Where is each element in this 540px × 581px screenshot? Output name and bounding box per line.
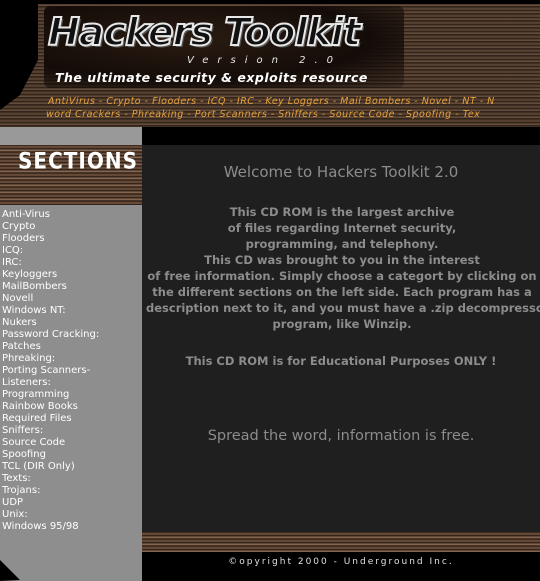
sidebar-section-link[interactable]: Spoofing	[2, 449, 99, 461]
intro-line: programming, and telephony.	[245, 237, 439, 251]
nav-link[interactable]: N	[487, 96, 495, 107]
sidebar-section-link[interactable]: Windows NT:	[2, 305, 99, 317]
sidebar-section-link[interactable]: Programming	[2, 389, 99, 401]
educational-notice: This CD ROM is for Educational Purposes …	[185, 354, 497, 368]
nav-link[interactable]: Crypto	[106, 96, 141, 107]
top-nav-row-1: AntiVirus - Crypto - Flooders - ICQ - IR…	[48, 96, 540, 107]
nav-separator: -	[476, 96, 488, 107]
nav-link[interactable]: Spoofing	[406, 109, 452, 120]
nav-separator: -	[329, 96, 341, 107]
welcome-heading: Welcome to Hackers Toolkit 2.0	[223, 163, 459, 181]
sidebar-section-link[interactable]: Sniffers:	[2, 425, 99, 437]
nav-link[interactable]: AntiVirus	[48, 96, 95, 107]
sidebar-section-link[interactable]: ICQ:	[2, 245, 99, 257]
nav-separator: -	[451, 109, 463, 120]
sidebar-section-link[interactable]: Rainbow Books	[2, 401, 99, 413]
sidebar: SECTIONS Anti-Virus Crypto Flooders ICQ: IRC…	[0, 127, 142, 581]
sidebar-section-link[interactable]: Unix:	[2, 509, 99, 521]
intro-text: This CD ROM is the largest archive of fil…	[146, 204, 540, 332]
nav-link[interactable]: Flooders	[152, 96, 196, 107]
nav-separator: -	[225, 96, 237, 107]
nav-separator: -	[196, 96, 208, 107]
nav-link[interactable]: Mail Bombers	[340, 96, 411, 107]
nav-link[interactable]: NT	[462, 96, 476, 107]
nav-link[interactable]: ICQ	[208, 96, 226, 107]
nav-separator: -	[183, 109, 195, 120]
nav-separator: -	[410, 96, 422, 107]
main-top-bar	[142, 127, 540, 145]
nav-link[interactable]: Phreaking	[132, 109, 184, 120]
nav-link[interactable]: Source Code	[329, 109, 395, 120]
nav-separator: -	[318, 109, 330, 120]
nav-link[interactable]: Tex	[463, 109, 481, 120]
top-nav-row-2: word Crackers - Phreaking - Port Scanner…	[46, 109, 538, 120]
sidebar-section-link[interactable]: UDP	[2, 497, 99, 509]
sidebar-section-link[interactable]: Porting Scanners-	[2, 365, 99, 377]
sidebar-top-bar	[0, 127, 142, 145]
sidebar-section-link[interactable]: Trojans:	[2, 485, 99, 497]
nav-link[interactable]: Port Scanners	[195, 109, 268, 120]
sidebar-section-link[interactable]: Required Files	[2, 413, 99, 425]
intro-line: of files regarding Internet security,	[227, 221, 457, 235]
intro-line: program, like Winzip.	[272, 317, 412, 331]
intro-line: description next to it, and you must hav…	[146, 301, 540, 315]
intro-line: of free information. Simply choose a cat…	[147, 269, 537, 283]
sidebar-section-link[interactable]: Nukers	[2, 317, 99, 329]
sidebar-section-link[interactable]: Source Code	[2, 437, 99, 449]
nav-separator: -	[95, 96, 107, 107]
sections-title: SECTIONS	[18, 147, 138, 175]
nav-link[interactable]: word Crackers	[46, 109, 121, 120]
sidebar-section-link[interactable]: Crypto	[2, 221, 99, 233]
nav-separator: -	[267, 109, 279, 120]
nav-link[interactable]: Novel	[422, 96, 452, 107]
header-banner: Hackers Toolkit Version 2.0 The ultimate…	[0, 0, 540, 127]
intro-line: the different sections on the left side.…	[152, 285, 532, 299]
footer-stripes	[142, 532, 540, 552]
sidebar-section-link[interactable]: Password Cracking:	[2, 329, 99, 341]
spread-slogan: Spread the word, information is free.	[207, 428, 475, 444]
sidebar-section-link[interactable]: IRC:	[2, 257, 99, 269]
sidebar-section-link[interactable]: Keyloggers	[2, 269, 99, 281]
sidebar-section-link[interactable]: Patches	[2, 341, 99, 353]
nav-link[interactable]: Key Loggers	[265, 96, 329, 107]
footer: ©opyright 2000 - Underground Inc.	[142, 552, 540, 581]
sidebar-section-link[interactable]: Novell	[2, 293, 99, 305]
nav-separator: -	[120, 109, 132, 120]
sidebar-section-link[interactable]: Phreaking:	[2, 353, 99, 365]
sidebar-section-link[interactable]: TCL (DIR Only)	[2, 461, 99, 473]
nav-separator: -	[254, 96, 266, 107]
sidebar-section-link[interactable]: Listeners:	[2, 377, 99, 389]
main-panel: Welcome to Hackers Toolkit 2.0 This CD R…	[142, 127, 540, 532]
sidebar-section-list: Anti-Virus Crypto Flooders ICQ: IRC: Keylogge…	[2, 209, 99, 533]
nav-link[interactable]: Sniffers	[278, 109, 318, 120]
site-tagline: The ultimate security & exploits resourc…	[55, 70, 368, 85]
nav-separator: -	[141, 96, 153, 107]
nav-link[interactable]: IRC	[237, 96, 255, 107]
sidebar-section-link[interactable]: MailBombers	[2, 281, 99, 293]
sidebar-section-link[interactable]: Windows 95/98	[2, 521, 99, 533]
nav-separator: -	[395, 109, 406, 120]
sections-header: SECTIONS	[0, 145, 142, 205]
intro-line: This CD ROM is the largest archive	[229, 205, 455, 219]
sidebar-section-link[interactable]: Texts:	[2, 473, 99, 485]
sidebar-section-link[interactable]: Flooders	[2, 233, 99, 245]
site-version: Version 2.0	[187, 55, 343, 66]
site-title: Hackers Toolkit	[47, 9, 362, 55]
sidebar-section-link[interactable]: Anti-Virus	[2, 209, 99, 221]
nav-separator: -	[451, 96, 463, 107]
intro-line: This CD was brought to you in the intere…	[204, 253, 480, 267]
copyright-text: ©opyright 2000 - Underground Inc.	[228, 557, 454, 567]
